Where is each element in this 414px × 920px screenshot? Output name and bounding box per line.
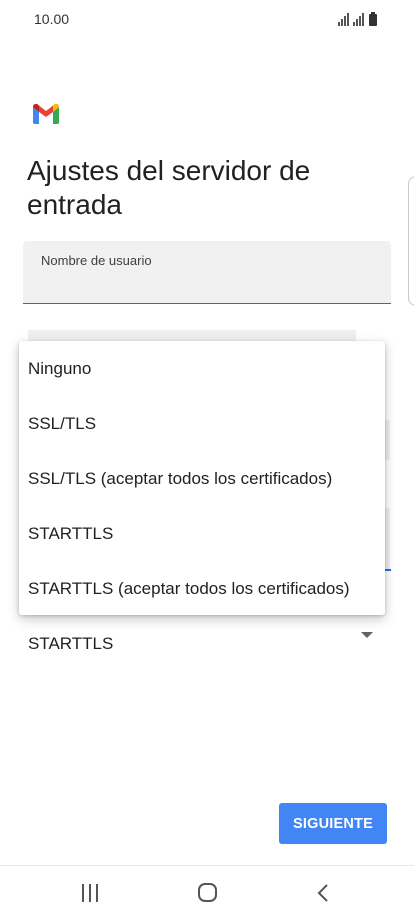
menu-item-starttls[interactable]: STARTTLS — [19, 506, 385, 561]
recents-icon[interactable] — [82, 884, 100, 902]
menu-item-label: Ninguno — [28, 359, 92, 378]
next-button[interactable]: SIGUIENTE — [279, 803, 387, 844]
menu-item-label: STARTTLS — [28, 524, 114, 543]
status-bar: 10.00 — [0, 0, 414, 40]
dropdown-arrow-icon — [361, 632, 373, 638]
security-type-select[interactable]: STARTTLS — [23, 620, 391, 668]
username-label: Nombre de usuario — [41, 253, 152, 268]
status-time: 10.00 — [34, 11, 70, 27]
navigation-bar — [0, 866, 414, 920]
menu-item-label: SSL/TLS — [28, 414, 97, 433]
signal-icon — [353, 13, 364, 26]
side-panel-edge — [408, 176, 414, 306]
security-dropdown-menu: Ninguno SSL/TLS SSL/TLS (aceptar todos l… — [19, 341, 385, 615]
home-icon[interactable] — [198, 883, 217, 902]
focus-underline — [384, 569, 391, 571]
menu-item-ssl-tls-accept-all[interactable]: SSL/TLS (aceptar todos los certificados) — [19, 451, 385, 506]
menu-item-label: STARTTLS (aceptar todos los certificados… — [28, 579, 350, 598]
username-field[interactable]: Nombre de usuario — [23, 241, 391, 304]
menu-item-none[interactable]: Ninguno — [19, 341, 385, 396]
battery-icon — [369, 12, 377, 26]
signal-icon — [338, 13, 349, 26]
menu-item-label: SSL/TLS (aceptar todos los certificados) — [28, 469, 333, 488]
back-icon[interactable] — [316, 884, 330, 902]
gmail-logo — [33, 104, 59, 124]
page-title: Ajustes del servidor de entrada — [27, 155, 311, 220]
menu-item-starttls-accept-all[interactable]: STARTTLS (aceptar todos los certificados… — [19, 561, 385, 616]
status-icons — [338, 12, 377, 26]
security-type-value: STARTTLS — [28, 634, 114, 653]
menu-item-ssl-tls[interactable]: SSL/TLS — [19, 396, 385, 451]
